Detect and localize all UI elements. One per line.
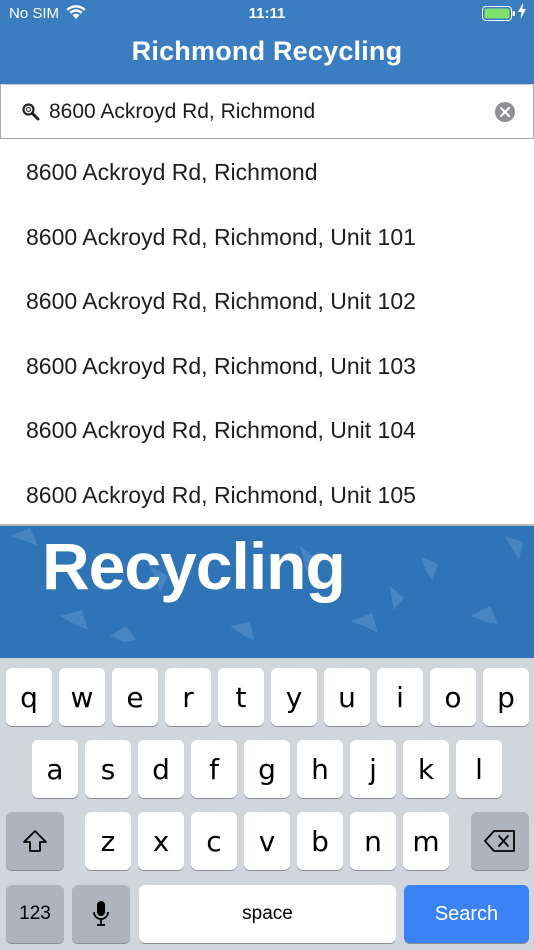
- battery-icon: [482, 6, 515, 21]
- suggestion-list: 8600 Ackroyd Rd, Richmond 8600 Ackroyd R…: [0, 140, 534, 524]
- space-key[interactable]: space: [139, 885, 396, 943]
- key-a[interactable]: a: [32, 740, 78, 798]
- magnifier-icon: [22, 103, 40, 121]
- key-o[interactable]: o: [430, 668, 476, 726]
- shift-icon: [23, 830, 47, 852]
- key-p[interactable]: p: [483, 668, 529, 726]
- recycling-banner: Recycling: [0, 524, 534, 658]
- key-r[interactable]: r: [165, 668, 211, 726]
- search-key[interactable]: Search: [404, 885, 529, 943]
- suggestion-item[interactable]: 8600 Ackroyd Rd, Richmond, Unit 102: [0, 269, 534, 334]
- suggestion-item[interactable]: 8600 Ackroyd Rd, Richmond: [0, 140, 534, 205]
- key-t[interactable]: t: [218, 668, 264, 726]
- microphone-icon: [93, 901, 109, 926]
- key-m[interactable]: m: [403, 812, 449, 870]
- page-title: Richmond Recycling: [131, 36, 403, 66]
- clear-icon[interactable]: [494, 101, 516, 123]
- key-y[interactable]: y: [271, 668, 317, 726]
- banner-text: Recycling: [42, 529, 346, 603]
- suggestion-item[interactable]: 8600 Ackroyd Rd, Richmond, Unit 104: [0, 398, 534, 463]
- key-f[interactable]: f: [191, 740, 237, 798]
- numbers-key[interactable]: 123: [6, 885, 64, 943]
- key-i[interactable]: i: [377, 668, 423, 726]
- key-k[interactable]: k: [403, 740, 449, 798]
- dictation-key[interactable]: [72, 885, 130, 943]
- status-bar: No SIM 11:11: [0, 0, 534, 28]
- onscreen-keyboard: q w e r t y u i o p a s d f g h j k l z …: [0, 658, 534, 950]
- key-b[interactable]: b: [297, 812, 343, 870]
- key-q[interactable]: q: [6, 668, 52, 726]
- key-d[interactable]: d: [138, 740, 184, 798]
- key-n[interactable]: n: [350, 812, 396, 870]
- key-g[interactable]: g: [244, 740, 290, 798]
- key-u[interactable]: u: [324, 668, 370, 726]
- key-v[interactable]: v: [244, 812, 290, 870]
- key-s[interactable]: s: [85, 740, 131, 798]
- suggestion-item[interactable]: 8600 Ackroyd Rd, Richmond, Unit 105: [0, 463, 534, 524]
- key-x[interactable]: x: [138, 812, 184, 870]
- key-w[interactable]: w: [59, 668, 105, 726]
- key-c[interactable]: c: [191, 812, 237, 870]
- key-l[interactable]: l: [456, 740, 502, 798]
- key-e[interactable]: e: [112, 668, 158, 726]
- key-j[interactable]: j: [350, 740, 396, 798]
- suggestion-item[interactable]: 8600 Ackroyd Rd, Richmond, Unit 103: [0, 334, 534, 399]
- backspace-icon: [484, 830, 515, 852]
- search-bar[interactable]: [0, 84, 534, 139]
- app-header: No SIM 11:11 Richmond Recycling: [0, 0, 534, 84]
- backspace-key[interactable]: [471, 812, 529, 870]
- shift-key[interactable]: [6, 812, 64, 870]
- key-h[interactable]: h: [297, 740, 343, 798]
- clock: 11:11: [248, 5, 286, 22]
- address-search-input[interactable]: [49, 92, 479, 132]
- charging-bolt-icon: [518, 3, 526, 19]
- key-z[interactable]: z: [85, 812, 131, 870]
- suggestion-item[interactable]: 8600 Ackroyd Rd, Richmond, Unit 101: [0, 205, 534, 270]
